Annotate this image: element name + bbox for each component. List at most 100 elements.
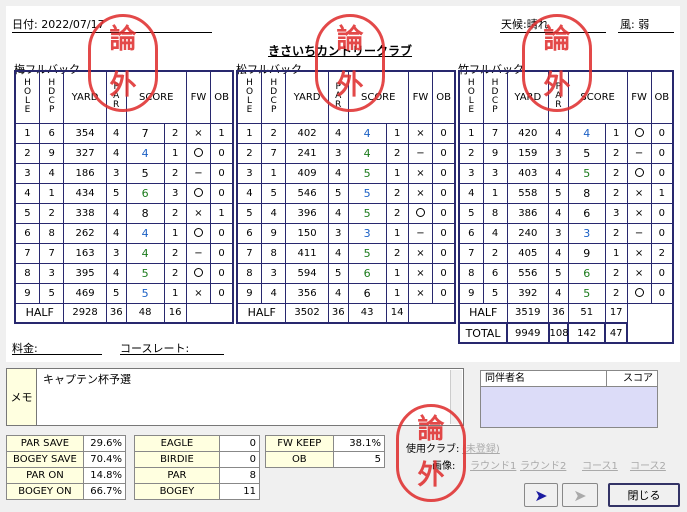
cell-par: 4 [327,202,349,224]
cell-yard: 240 [506,222,550,244]
cell-hdcp: 3 [38,262,65,284]
next-button[interactable]: ➤ [562,483,598,507]
table-row: 1 2 402 4 4 1 × 0 [236,122,456,144]
cell-yard: 395 [63,262,107,284]
prev-button[interactable]: ➤ [524,483,558,507]
cell-hdcp: 9 [482,142,508,164]
stat-row: PAR SAVE 29.6% [6,435,127,452]
cell-score: 6 [567,262,606,284]
cell-yard: 405 [506,242,550,264]
stat-label: FW KEEP [265,435,334,452]
table-row: 8 3 594 5 6 1 × 0 [236,262,456,284]
cell-fw [185,182,212,204]
cell-putt: 1 [385,282,409,304]
cell-ob: 0 [432,282,456,304]
cell-yard: 392 [506,282,550,304]
table-row: 4 1 434 5 6 3 0 [14,182,234,204]
cell-hdcp: 7 [38,242,65,264]
cell-par: 4 [548,282,569,304]
cell-putt: 1 [163,282,187,304]
club-link[interactable]: (未登録) [462,440,500,455]
cell-hole: 5 [236,202,262,224]
cell-score: 6 [567,202,606,224]
cell-fw [626,122,652,144]
stats-fw-table: FW KEEP 38.1% OB 5 [265,435,386,468]
cell-ob: 1 [650,182,674,204]
memo-box[interactable]: メモ キャプテン杯予選 [6,368,464,426]
table-row: 1 6 354 4 7 2 × 1 [14,122,234,144]
cell-yard: 594 [285,262,329,284]
stat-label: OB [265,451,334,468]
table-row: 3 4 186 3 5 2−0 [14,162,234,184]
cell-putt: 2 [385,142,409,164]
cell-putt: 2 [385,202,409,224]
cell-hdcp: 2 [482,242,508,264]
circle-icon [193,228,203,237]
half-row: HALF 3502 36 43 14 [236,302,455,324]
cell-fw: × [185,122,212,144]
cell-fw: − [407,222,434,244]
cell-score: 4 [125,142,165,164]
ob-header: OB [432,70,456,124]
cell-putt: 1 [385,262,409,284]
cell-hole: 9 [236,282,262,304]
cell-hdcp: 8 [482,202,508,224]
circle-icon [193,148,203,157]
cell-fw: × [626,242,652,264]
stat-row: PAR ON 14.8% [6,467,127,484]
cell-ob: 0 [650,162,674,184]
cell-yard: 556 [506,262,550,284]
cell-ob: 0 [210,262,234,284]
cell-hole: 9 [14,282,40,304]
stat-row: BOGEY 11 [134,483,261,500]
cell-yard: 558 [506,182,550,204]
cell-ob: 0 [432,142,456,164]
cell-score: 6 [347,282,387,304]
stat-label: BOGEY ON [6,483,84,500]
close-button[interactable]: 閉じる [608,483,680,507]
stat-value: 11 [218,483,261,500]
cell-fw [626,162,652,184]
score-table-3: HOLE HDCP YARD PAR SCORE FW OB 1 7 420 4 4 1 0 2 9 159 3 5… [457,70,674,344]
cell-fw: × [407,182,434,204]
cell-fw [185,142,212,164]
cell-hdcp: 1 [482,182,508,204]
image-link-course2[interactable]: コース2 [630,457,666,472]
cell-hdcp: 9 [38,142,65,164]
cell-ob: 0 [650,282,674,304]
cell-fw: × [626,202,652,224]
cell-fw [407,202,434,224]
cell-hole: 4 [458,182,484,204]
cell-yard: 469 [63,282,107,304]
cell-par: 5 [548,182,569,204]
stats-save-table: PAR SAVE 29.6% BOGEY SAVE 70.4% PAR ON 14.8% B… [6,435,127,500]
image-link-round1[interactable]: ラウンド1 [470,457,516,472]
cell-score: 5 [347,202,387,224]
cell-score: 5 [567,142,606,164]
companions-panel[interactable]: 同伴者名 スコア [480,370,658,428]
cell-par: 4 [548,202,569,224]
cell-fw: − [626,142,652,164]
table-row: 5 8 386 4 6 3 × 0 [458,202,674,224]
cell-yard: 262 [63,222,107,244]
stats-count-table: EAGLE 0 BIRDIE 0 PAR 8 BOGEY 11 [134,435,261,500]
cell-hole: 4 [236,182,262,204]
ob-header: OB [650,70,674,124]
cell-score: 9 [567,242,606,264]
cell-ob: 0 [210,182,234,204]
table-row: 4 1 558 5 8 2 × 1 [458,182,674,204]
stat-label: BOGEY SAVE [6,451,84,468]
cell-ob: 0 [432,182,456,204]
cell-yard: 338 [63,202,107,224]
table-row: 9 4 356 4 6 1 × 0 [236,282,456,304]
total-row: TOTAL 9949 108 142 47 [457,322,673,344]
table-row: 1 7 420 4 4 1 0 [458,122,674,144]
table-row: 6 9 150 3 3 1−0 [236,222,456,244]
cell-putt: 2 [163,242,187,264]
image-link-course1[interactable]: コース1 [582,457,618,472]
cell-hdcp: 1 [38,182,65,204]
image-link-round2[interactable]: ラウンド2 [520,457,566,472]
table-row: 7 7 163 3 4 2−0 [14,242,234,264]
cell-yard: 150 [285,222,329,244]
cell-par: 3 [105,242,127,264]
